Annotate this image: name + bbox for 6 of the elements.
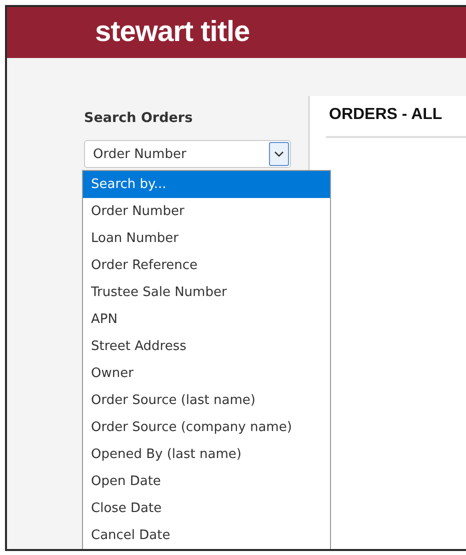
chevron-down-icon[interactable] [269,142,289,166]
sidebar-title: Search Orders [84,110,194,126]
dropdown-option[interactable]: Search by... [83,171,330,198]
search-select[interactable]: Order Number [84,140,291,168]
page-title: ORDERS - ALL [326,106,466,138]
logo: stewart title [95,16,250,49]
